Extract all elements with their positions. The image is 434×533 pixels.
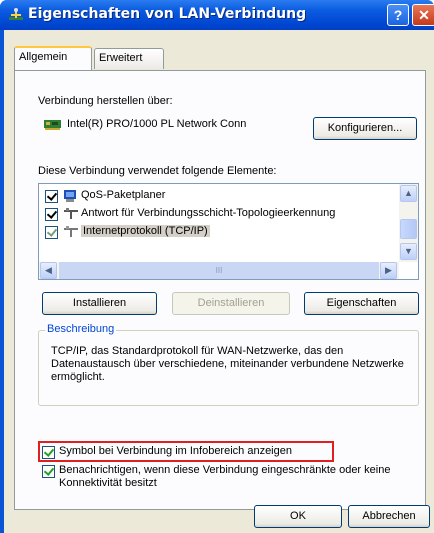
tab-erweitert[interactable]: Erweitert [94,48,164,69]
qos-scheduler-icon [64,190,76,202]
component-checkbox[interactable] [45,208,58,221]
list-item[interactable]: Antwort für Verbindungsschicht-Topologie… [39,205,413,223]
configure-button[interactable]: Konfigurieren... [313,117,417,140]
list-item[interactable]: QoS-Paketplaner [39,187,413,205]
scroll-thumb[interactable] [400,219,417,239]
ok-button[interactable]: OK [254,505,342,528]
component-label: QoS-Paketplaner [81,189,166,201]
component-label: Antwort für Verbindungsschicht-Topologie… [81,207,336,219]
show-icon-checkbox[interactable] [42,446,55,459]
component-checkbox[interactable] [45,226,58,239]
notify-checkbox[interactable] [42,465,55,478]
help-button[interactable]: ? [387,4,409,26]
components-list[interactable]: QoS-Paketplaner Antwort für Verbindungss… [38,183,419,280]
list-item[interactable]: Internetprotokoll (TCP/IP) [39,223,413,241]
scroll-up-button[interactable]: ▲ [400,185,417,202]
title-bar[interactable]: Eigenschaften von LAN-Verbindung ? ✕ [0,0,434,30]
description-text: TCP/IP, das Standardprotokoll für WAN-Ne… [51,345,404,383]
tab-allgemein[interactable]: Allgemein [14,46,92,70]
network-protocol-icon [64,208,78,219]
window-title: Eigenschaften von LAN-Verbindung [28,6,307,22]
device-name: Intel(R) PRO/1000 PL Network Conn [67,118,247,130]
scroll-down-button[interactable]: ▼ [400,243,417,260]
network-adapter-icon [44,120,61,130]
close-button[interactable]: ✕ [412,4,434,26]
notify-label: Benachrichtigen, wenn diese Verbindung e… [59,464,391,489]
install-button[interactable]: Installieren [42,292,157,315]
properties-button[interactable]: Eigenschaften [304,292,419,315]
components-label: Diese Verbindung verwendet folgende Elem… [38,165,277,177]
scroll-right-button[interactable]: ▶ [380,262,397,279]
component-label: Internetprotokoll (TCP/IP) [81,225,210,237]
description-title: Beschreibung [45,323,117,335]
vertical-scrollbar[interactable]: ▲ ▼ [399,184,418,262]
hscroll-thumb[interactable]: III [59,262,379,279]
network-protocol-icon [64,226,78,237]
uninstall-button: Deinstallieren [172,292,290,315]
description-group: Beschreibung TCP/IP, das Standardprotoko… [38,323,419,406]
horizontal-scrollbar[interactable]: ◀ III ▶ [39,262,399,279]
scroll-left-button[interactable]: ◀ [40,262,57,279]
component-checkbox[interactable] [45,190,58,203]
connect-via-label: Verbindung herstellen über: [38,95,173,107]
cancel-button[interactable]: Abbrechen [348,505,430,528]
network-connection-icon [9,8,23,20]
show-icon-label: Symbol bei Verbindung im Infobereich anz… [59,445,292,457]
